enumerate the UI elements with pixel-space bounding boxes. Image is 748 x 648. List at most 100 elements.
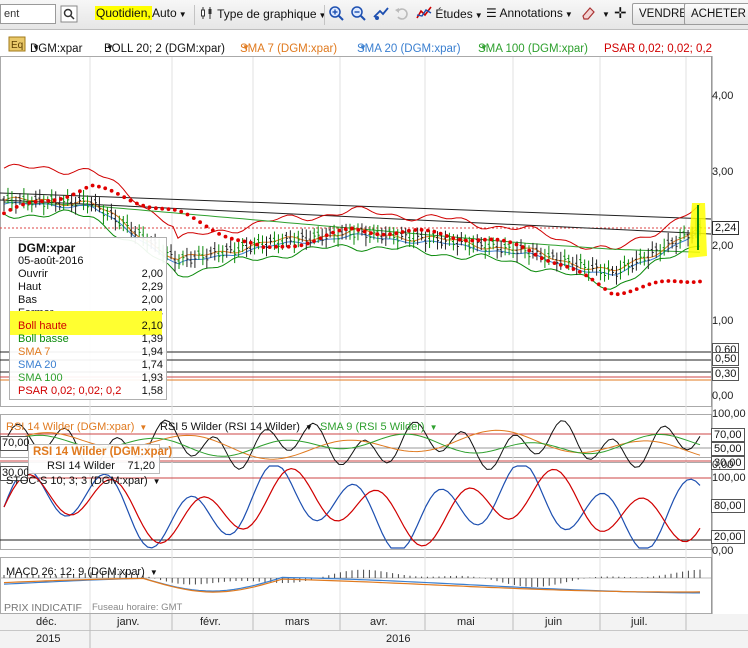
indicator-bar: Eq DGM:xpar ▼ BOLL 20; 2 (DGM:xpar) ▼ SM… xyxy=(0,33,712,55)
stoch-title[interactable]: STOC-S 10; 3; 3 (DGM:xpar) ▼ xyxy=(6,475,161,487)
sma9-title-label: SMA 9 (RSI 5 Wilder) xyxy=(320,421,425,433)
psar-dot xyxy=(558,263,563,267)
psar-dot xyxy=(520,245,525,249)
indicator-psar-label: PSAR 0,02; 0,02; 0,2 xyxy=(604,43,713,55)
symbol-search-input[interactable] xyxy=(0,4,56,24)
search-icon[interactable] xyxy=(60,5,78,26)
psar-dot xyxy=(445,234,449,238)
eraser-icon[interactable] xyxy=(580,5,596,24)
psar-dot xyxy=(27,201,32,205)
annotations-menu[interactable]: ☰ Annotations ▼ xyxy=(486,6,573,20)
indicator-boll-label: BOLL 20; 2 (DGM:xpar) xyxy=(104,43,226,55)
studies-icon xyxy=(416,6,432,19)
psar-dot xyxy=(128,198,133,203)
psar-dot xyxy=(191,216,196,221)
psar-dot xyxy=(647,282,652,287)
legend-value: 2,29 xyxy=(141,281,163,293)
psar-dot xyxy=(90,183,95,188)
psar-dot xyxy=(122,195,127,200)
price-tick: 0,00 xyxy=(712,390,734,402)
psar-dot xyxy=(609,291,614,296)
psar-dot xyxy=(508,240,513,245)
psar-dot xyxy=(84,185,89,190)
psar-dot xyxy=(552,261,557,265)
psar-dot xyxy=(577,269,582,274)
psar-dot xyxy=(236,238,241,243)
period-select[interactable]: Quotidien, xyxy=(95,6,152,20)
x-month: juil. xyxy=(631,616,648,628)
psar-dot xyxy=(299,243,304,248)
interval-select[interactable]: Auto ▼ xyxy=(152,6,187,20)
candlestick-icon xyxy=(201,7,212,19)
chevron-down-icon: ▼ xyxy=(564,10,573,19)
psar-dot xyxy=(147,205,152,210)
psar-dot xyxy=(407,228,411,233)
price-tick: 3,00 xyxy=(712,166,734,178)
buy-button[interactable]: ACHETER xyxy=(684,3,748,25)
trendline xyxy=(0,192,712,220)
psar-dot xyxy=(375,232,380,237)
psar-dot xyxy=(141,203,146,208)
pan-icon[interactable] xyxy=(372,5,390,24)
psar-dot xyxy=(539,256,544,261)
time-gridlines xyxy=(89,57,687,613)
zoom-out-icon[interactable] xyxy=(350,5,366,24)
legend-value: 1,94 xyxy=(141,346,163,358)
psar-dot xyxy=(451,236,456,241)
legend-row-open: Ouvrir 2,00 xyxy=(18,268,163,281)
rsi14-title[interactable]: RSI 14 Wilder (DGM:xpar) ▼ xyxy=(6,421,147,433)
psar-dot xyxy=(666,279,671,283)
psar-dot xyxy=(438,231,443,236)
chevron-down-icon: ▼ xyxy=(305,423,313,432)
macd-signal-line xyxy=(3,577,701,593)
sma9-title[interactable]: SMA 9 (RSI 5 Wilder) ▼ xyxy=(320,421,438,433)
legend-value: 2,00 xyxy=(141,294,163,306)
indicator-sma7-label: SMA 7 (DGM:xpar) xyxy=(240,43,338,55)
legend-row-boll-low: Boll basse 1,39 xyxy=(18,333,163,346)
chevron-down-icon: ▼ xyxy=(106,43,114,52)
psar-dot xyxy=(362,229,367,234)
chevron-down-icon: ▼ xyxy=(152,477,161,486)
legend-row-high: Haut 2,29 xyxy=(18,281,163,294)
pan-glyph xyxy=(373,7,389,20)
psar-dot xyxy=(584,273,588,278)
rsi-tick-box: 70,00 xyxy=(711,428,745,442)
psar-dot xyxy=(109,188,114,193)
zoom-in-icon[interactable] xyxy=(328,5,344,24)
psar-dot xyxy=(280,244,285,249)
chevron-down-icon: ▼ xyxy=(602,10,610,19)
rsi-level-box-top: 70,00 xyxy=(0,436,30,451)
psar-dot xyxy=(14,205,19,209)
psar-dot xyxy=(527,248,532,253)
macd-line xyxy=(3,576,700,594)
stoch-tick-box: 80,00 xyxy=(711,499,745,513)
rsi5-title[interactable]: RSI 5 Wilder (RSI 14 Wilder) ▼ xyxy=(160,421,313,433)
chevron-down-icon: ▼ xyxy=(149,568,158,577)
psar-dot xyxy=(369,231,373,236)
psar-dot xyxy=(381,232,386,237)
undo-icon[interactable] xyxy=(394,5,410,24)
symbol-square-icon[interactable]: Eq xyxy=(8,36,26,55)
chart-type-menu[interactable]: Type de graphique ▼ xyxy=(200,6,326,21)
psar-dot xyxy=(210,228,215,233)
rsi14-title-label: RSI 14 Wilder (DGM:xpar) xyxy=(6,421,135,433)
psar-dot xyxy=(33,200,38,204)
psar-dot xyxy=(172,208,177,212)
psar-dot xyxy=(419,228,424,232)
psar-dot xyxy=(65,195,70,199)
psar-dot xyxy=(388,232,392,237)
psar-dot xyxy=(426,228,430,233)
psar-dot xyxy=(116,192,120,196)
psar-dot xyxy=(331,230,335,235)
trendlines xyxy=(0,192,712,235)
psar-dot xyxy=(470,238,475,243)
psar-dot xyxy=(103,186,108,191)
macd-title[interactable]: MACD 26; 12; 9 (DGM:xpar) ▼ xyxy=(6,566,158,578)
crosshair-icon[interactable]: ✛ xyxy=(614,4,627,22)
psar-dot xyxy=(571,267,576,271)
eraser-menu[interactable]: ▼ xyxy=(600,6,610,20)
psar-dot xyxy=(660,279,664,284)
studies-menu[interactable]: Études ▼ xyxy=(416,6,483,21)
psar-dot xyxy=(267,245,272,250)
legend-label: SMA 7 xyxy=(18,346,51,358)
